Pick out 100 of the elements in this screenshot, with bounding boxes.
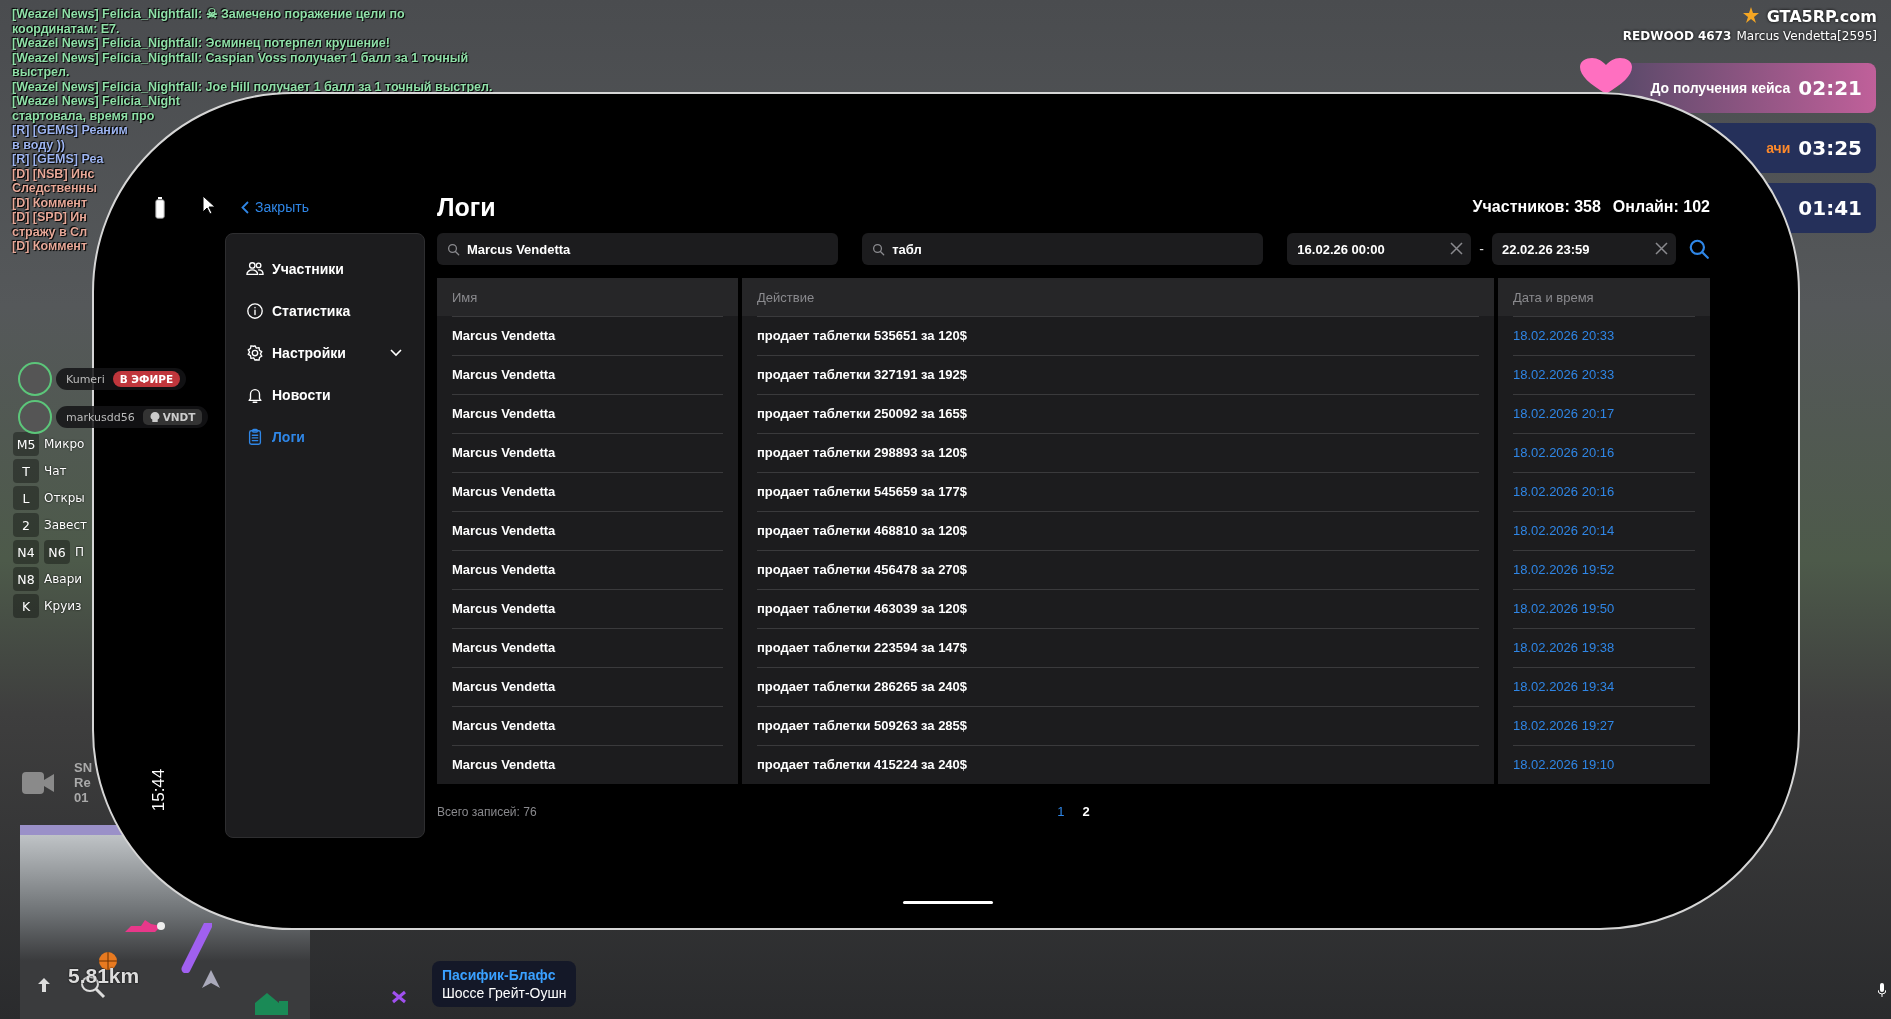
table-cell: продает таблетки 545659 за 177$ [742,472,1494,511]
chat-line: координатам: E7. [12,21,120,36]
video-camera-icon [22,771,54,794]
table-cell: 18.02.2026 20:16 [1498,472,1710,511]
chat-line: [D] [SPD] Ин [12,210,87,225]
menu-item[interactable]: Участники [246,248,402,290]
table-cell: продает таблетки 286265 за 240$ [742,667,1494,706]
table-cell: продает таблетки 223594 за 147$ [742,628,1494,667]
table-cell: продает таблетки 463039 за 120$ [742,589,1494,628]
chat-line: [D] Коммент [12,195,88,210]
chat-line: Следственны [12,181,97,196]
stat-text: Участников: 358 [1472,198,1601,216]
table-cell: продает таблетки 298893 за 120$ [742,433,1494,472]
table-cell: 18.02.2026 20:33 [1498,316,1710,355]
chat-line: стартовала, время про [12,108,155,123]
table-cell: Marcus Vendetta [437,511,738,550]
search-icon [872,243,886,256]
chat-line: [Weazel News] Felicia_Nightfall: Caspian Voss получает 1 балл за 1 точный [12,50,469,65]
table-cell: Marcus Vendetta [437,472,738,511]
camera-text: SN [74,760,93,775]
table-cell: продает таблетки 535651 за 120$ [742,316,1494,355]
key-hint: T [13,459,39,483]
streamer-name: markusdd56 [66,410,135,424]
mouse-cursor-icon [202,195,216,215]
close-link[interactable]: Закрыть [225,199,309,215]
key-hint: K [13,594,39,618]
search-icon [1688,238,1710,260]
crew-badge: VNDT [142,409,203,425]
chat-line: [Weazel News] Felicia_Night [12,94,180,109]
timer-label: ачи [1766,140,1791,156]
date-separator: - [1479,241,1484,257]
table-cell: 18.02.2026 20:14 [1498,511,1710,550]
timer-label: До получения кейса [1650,80,1791,96]
timer-time: 02:21 [1798,76,1862,100]
chat-line: в воду )) [12,137,65,152]
player-arrow-icon [202,970,220,988]
menu-item[interactable]: Статистика [246,290,402,332]
key-label: Круиз [44,599,82,613]
clear-button[interactable] [1448,240,1466,257]
key-hint: N6 [44,540,70,564]
chat-line: [Weazel News] Felicia_Nightfall: Эсминец потерпел крушение! [12,36,390,51]
timer-time: 03:25 [1798,136,1862,160]
page-title: Логи [437,192,497,222]
chat-line: стражу в Сл [12,224,88,239]
distance-text: 5.81km [68,964,140,988]
table-cell: 18.02.2026 19:34 [1498,667,1710,706]
page-button[interactable]: 1 [1057,804,1065,819]
menu-item[interactable]: Настройки [246,332,402,374]
key-hint: 2 [13,513,39,537]
jetski-icon [125,920,167,934]
chevron-left-icon [241,200,249,214]
table-cell: продает таблетки 327191 за 192$ [742,355,1494,394]
table-cell: 18.02.2026 20:16 [1498,433,1710,472]
table-cell: Marcus Vendetta [437,355,738,394]
street-name: Шоссе Грейт-Оушн [442,985,567,1001]
table-cell: 18.02.2026 20:33 [1498,355,1710,394]
menu-item[interactable]: Логи [246,416,402,458]
table-cell: 18.02.2026 19:10 [1498,745,1710,784]
camera-text: 01 [74,790,90,805]
table-cell: Marcus Vendetta [437,316,738,355]
table-cell: Marcus Vendetta [437,550,738,589]
total-records: Всего записей: 76 [437,804,538,819]
column-header: Дата и время [1498,278,1710,316]
close-icon [1450,242,1464,255]
heart-icon [1580,58,1632,94]
info-icon [246,302,264,320]
search-field[interactable]: Marcus Vendetta [437,233,839,265]
search-field[interactable]: табл [862,233,1264,265]
house-icon [253,993,289,1015]
page-button[interactable]: 2 [1082,804,1090,819]
player-info: REDWOOD 4673 Marcus Vendetta[2595] [1622,29,1877,43]
logo-text: GTA5RP.com [1766,6,1877,26]
camera-text: Re [74,775,92,790]
settings-icon [246,344,264,362]
bell-icon [246,386,264,404]
key-hint: L [13,486,39,510]
date-field[interactable]: 22.02.26 23:59 [1492,233,1676,265]
table-cell: Marcus Vendetta [437,628,738,667]
table-cell: Marcus Vendetta [437,589,738,628]
arrow-up-icon [38,978,50,992]
table-cell: 18.02.2026 19:50 [1498,589,1710,628]
close-icon [1655,242,1668,255]
clear-button[interactable] [1653,240,1670,257]
column-header: Имя [437,278,738,316]
chat-line: [Weazel News] Felicia_Nightfall: Joe Hill получает 1 балл за 1 точный выстрел. [12,79,493,94]
menu-item[interactable]: Новости [246,374,402,416]
key-hint: N4 [13,540,39,564]
chat-line: [D] Коммент [12,239,88,254]
key-label: Микро [44,437,85,451]
clipboard-icon [246,428,264,446]
stat-text: Онлайн: 102 [1612,198,1710,216]
search-icon [447,243,460,256]
table-cell: продает таблетки 468810 за 120$ [742,511,1494,550]
table-cell: продает таблетки 250092 за 165$ [742,394,1494,433]
timer-time: 01:41 [1798,196,1862,220]
cross-icon [391,990,407,1004]
users-icon [246,260,264,278]
battery-icon [154,197,165,219]
search-button[interactable] [1688,238,1710,260]
date-field[interactable]: 16.02.26 00:00 [1287,233,1472,265]
